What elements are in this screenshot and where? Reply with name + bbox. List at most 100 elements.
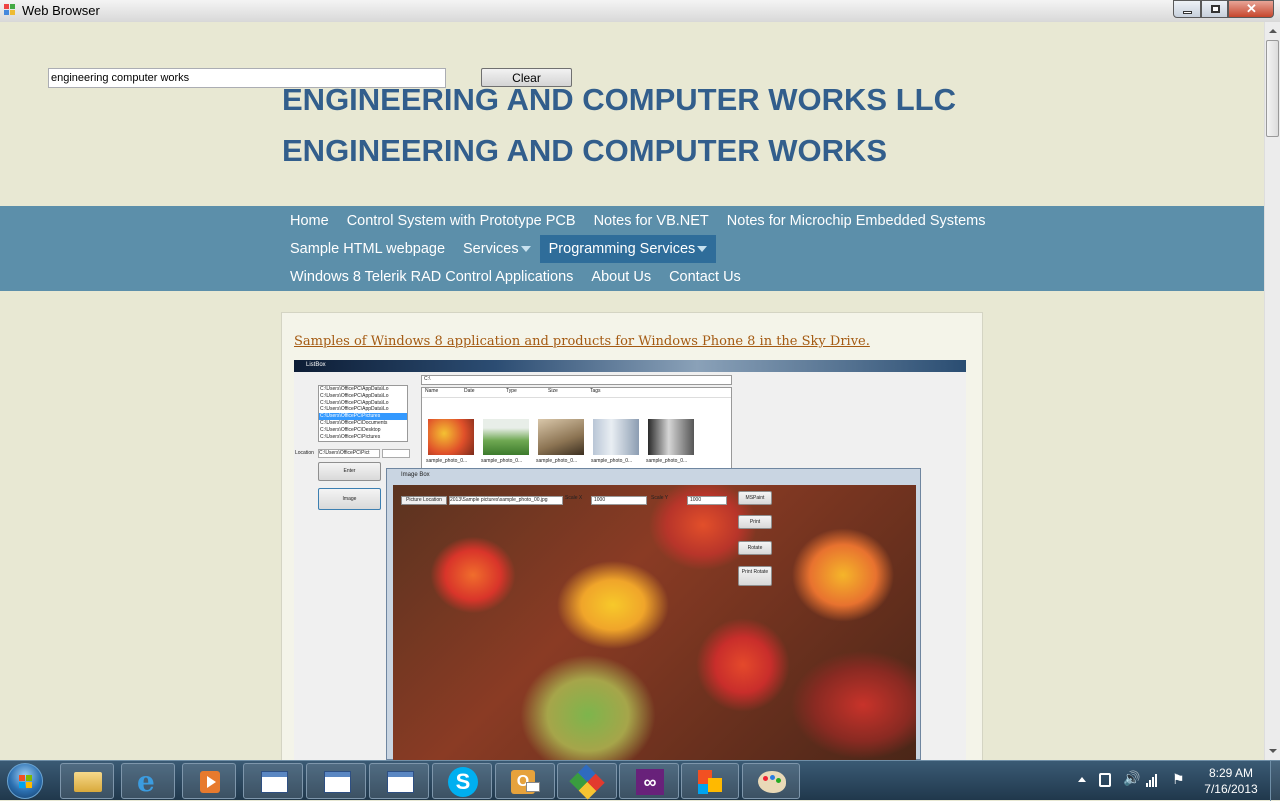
nav-row: Home Control System with Prototype PCB N…	[281, 207, 994, 235]
nav-services-label: Services	[463, 241, 519, 257]
file-explorer-icon[interactable]	[60, 763, 114, 799]
app-icon[interactable]	[557, 763, 617, 800]
thumbnail-label: sample_photo_0...	[591, 458, 633, 464]
thumbnail-label: sample_photo_0...	[481, 458, 523, 464]
list-item: C:\Users\OfficePC\Documents	[320, 419, 388, 426]
thumbnail	[648, 419, 694, 455]
nav-about[interactable]: About Us	[582, 263, 660, 291]
clock-date: 7/16/2013	[1204, 782, 1258, 796]
scroll-thumb[interactable]	[1266, 40, 1279, 137]
nav-row: Windows 8 Telerik RAD Control Applicatio…	[281, 263, 750, 291]
close-icon: ✕	[1246, 1, 1257, 16]
show-hidden-icons-icon[interactable]	[1078, 777, 1086, 782]
path-dropdown: C:\	[421, 375, 732, 385]
skype-icon[interactable]: S	[432, 763, 492, 799]
column-header: Name	[425, 388, 439, 394]
chevron-down-icon	[697, 246, 708, 253]
thumbnail	[428, 419, 474, 455]
list-item: C:\Users\OfficePC\AppData\Lo	[320, 399, 389, 406]
image-button: Image	[318, 488, 381, 510]
chevron-down-icon	[520, 246, 531, 253]
thumbnail-label: sample_photo_0...	[536, 458, 578, 464]
action-center-flag-icon[interactable]: ⚑	[1172, 771, 1185, 788]
window-icon[interactable]	[243, 763, 303, 799]
nav-home[interactable]: Home	[281, 207, 338, 235]
nav-control-system[interactable]: Control System with Prototype PCB	[338, 207, 585, 235]
outlook-icon[interactable]: O	[495, 763, 555, 799]
thumbnail	[483, 419, 529, 455]
volume-icon[interactable]: 🔊	[1123, 770, 1140, 787]
list-item: C:\Users\OfficePC\Desktop	[320, 426, 381, 433]
taskbar: e S O ∞ 🔊 ⚑ 8:29 AM 7/16/2013	[0, 760, 1280, 801]
thumbnail	[593, 419, 639, 455]
nav-services[interactable]: Services	[454, 235, 540, 263]
enter-button: Enter	[318, 462, 381, 481]
screenshot-title: ListBox	[306, 362, 326, 368]
nav-sample-html[interactable]: Sample HTML webpage	[281, 235, 454, 263]
location-label: Location	[295, 450, 314, 456]
list-item: C:\Users\OfficePC\AppData\Lo	[320, 386, 389, 392]
office-icon[interactable]	[681, 763, 739, 799]
web-page: Clear ENGINEERING AND COMPUTER WORKS LLC…	[0, 22, 1264, 760]
scroll-up-arrow-icon[interactable]	[1265, 22, 1280, 39]
app-screenshot: ListBox C:\Users\OfficePC\AppData\Lo C:\…	[294, 360, 966, 760]
clock-time: 8:29 AM	[1208, 766, 1254, 780]
window-icon[interactable]	[369, 763, 429, 799]
scale-x-value: 1000	[591, 496, 647, 505]
device-icon[interactable]	[1099, 773, 1111, 787]
column-header: Tags	[590, 388, 601, 394]
column-header: Size	[548, 388, 558, 394]
nav-notes-vbnet[interactable]: Notes for VB.NET	[585, 207, 718, 235]
restore-icon	[1211, 5, 1220, 13]
fruit-photo	[393, 485, 916, 760]
restore-button[interactable]	[1201, 0, 1228, 18]
location-extra-field	[382, 449, 410, 458]
start-orb-icon[interactable]	[7, 763, 43, 799]
window-title: Web Browser	[22, 3, 100, 18]
nav-telerik[interactable]: Windows 8 Telerik RAD Control Applicatio…	[281, 263, 582, 291]
picture-location-label: Picture Location	[401, 496, 447, 505]
site-title: ENGINEERING AND COMPUTER WORKS LLC	[282, 82, 956, 117]
clock[interactable]: 8:29 AM 7/16/2013	[1195, 765, 1267, 797]
minimize-icon	[1183, 11, 1192, 14]
column-header: Type	[506, 388, 517, 394]
network-icon[interactable]	[1146, 773, 1157, 787]
window-titlebar: Web Browser ✕	[0, 0, 1280, 22]
skydrive-link[interactable]: Samples of Windows 8 application and pro…	[294, 334, 870, 349]
listbox: C:\Users\OfficePC\AppData\Lo C:\Users\Of…	[318, 385, 408, 442]
media-player-icon[interactable]	[182, 763, 236, 799]
mspaint-button: MSPaint	[738, 491, 772, 505]
print-button: Print	[738, 515, 772, 529]
list-item: C:\Users\OfficePC\Pictures	[320, 433, 381, 440]
nav-contact[interactable]: Contact Us	[660, 263, 750, 291]
scroll-down-arrow-icon[interactable]	[1265, 742, 1280, 759]
app-icon	[4, 4, 17, 17]
nav-row: Sample HTML webpage Services Programming…	[281, 235, 717, 263]
nav-notes-microchip[interactable]: Notes for Microchip Embedded Systems	[718, 207, 995, 235]
close-button[interactable]: ✕	[1228, 0, 1274, 18]
thumbnail-label: sample_photo_0...	[646, 458, 688, 464]
image-box-title: Image Box	[401, 472, 430, 478]
site-subtitle: ENGINEERING AND COMPUTER WORKS	[282, 133, 888, 168]
paint-icon[interactable]	[742, 763, 800, 799]
location-value: C:\Users\OfficePC\Pict	[318, 449, 380, 458]
screenshot-titlebar: ListBox	[294, 360, 966, 372]
thumbnail	[538, 419, 584, 455]
image-box-window: Image Box Picture Location 2013\Sample p…	[386, 468, 921, 760]
thumbnail-label: sample_photo_0...	[426, 458, 468, 464]
list-item: C:\Users\OfficePC\AppData\Lo	[320, 392, 389, 399]
window-icon[interactable]	[306, 763, 366, 799]
nav-programming-services[interactable]: Programming Services	[539, 235, 717, 263]
show-desktop-button[interactable]	[1270, 761, 1280, 801]
internet-explorer-icon[interactable]: e	[121, 763, 175, 799]
scale-y-label: Scale Y	[651, 495, 669, 501]
picture-location-value: 2013\Sample pictures\sample_photo_00.jpg	[449, 496, 563, 505]
rotate-button: Rotate	[738, 541, 772, 555]
visual-studio-icon[interactable]: ∞	[619, 763, 679, 799]
nav-programming-services-label: Programming Services	[548, 241, 696, 257]
vertical-scrollbar[interactable]	[1264, 22, 1280, 760]
minimize-button[interactable]	[1173, 0, 1201, 18]
list-item: C:\Users\OfficePC\AppData\Lo	[320, 406, 389, 413]
scale-y-value: 1000	[687, 496, 727, 505]
print-rotate-button: Print Rotate	[738, 566, 772, 586]
